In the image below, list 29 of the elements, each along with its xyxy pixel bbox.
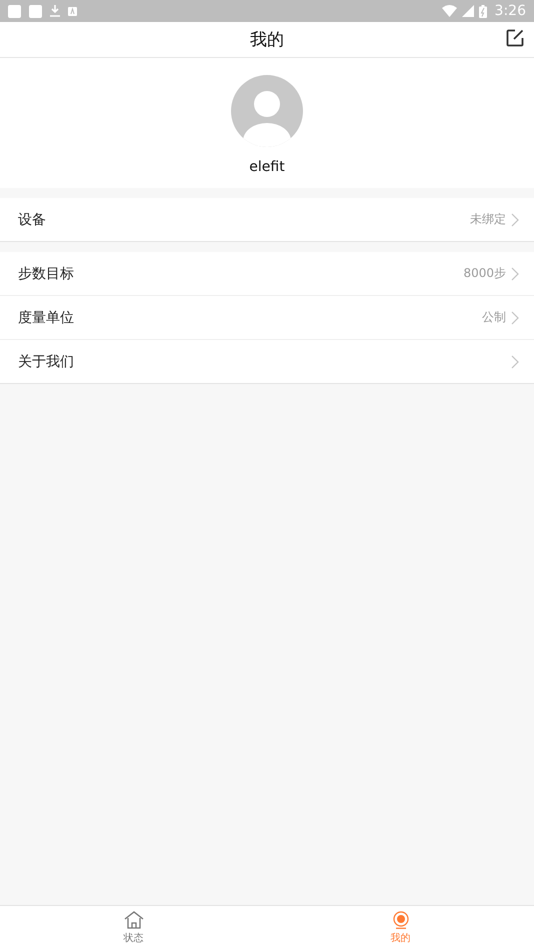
clock: 3:26	[494, 3, 526, 19]
signal-icon	[462, 5, 474, 17]
edit-icon[interactable]	[506, 29, 524, 47]
target-icon	[392, 911, 410, 929]
download-icon	[50, 5, 60, 17]
chevron-icon	[511, 212, 519, 226]
page-title: 我的	[250, 29, 284, 51]
row-label: 关于我们	[18, 352, 74, 370]
settings-row[interactable]: 关于我们	[0, 339, 534, 383]
row-value: 公制	[482, 309, 506, 326]
settings-row[interactable]: 设备 未绑定	[0, 198, 534, 241]
row-label: 设备	[18, 210, 46, 228]
chevron-icon	[511, 310, 519, 324]
row-value: 8000步	[463, 265, 506, 282]
row-label: 度量单位	[18, 308, 74, 326]
chevron-icon	[511, 266, 519, 280]
settings-row[interactable]: 度量单位 公制	[0, 295, 534, 339]
battery-icon	[478, 4, 487, 18]
row-label: 步数目标	[18, 264, 74, 282]
row-value: 未绑定	[470, 211, 506, 228]
user-name: elefit	[249, 159, 285, 175]
home-icon	[124, 911, 144, 929]
wifi-icon	[442, 5, 457, 17]
keyboard-icon	[68, 6, 77, 16]
chevron-icon	[511, 354, 519, 368]
settings-row[interactable]: 步数目标 8000步	[0, 252, 534, 295]
notification-icon	[29, 4, 42, 18]
notification-icon	[8, 4, 21, 18]
tab[interactable]: 状态	[84, 906, 184, 950]
